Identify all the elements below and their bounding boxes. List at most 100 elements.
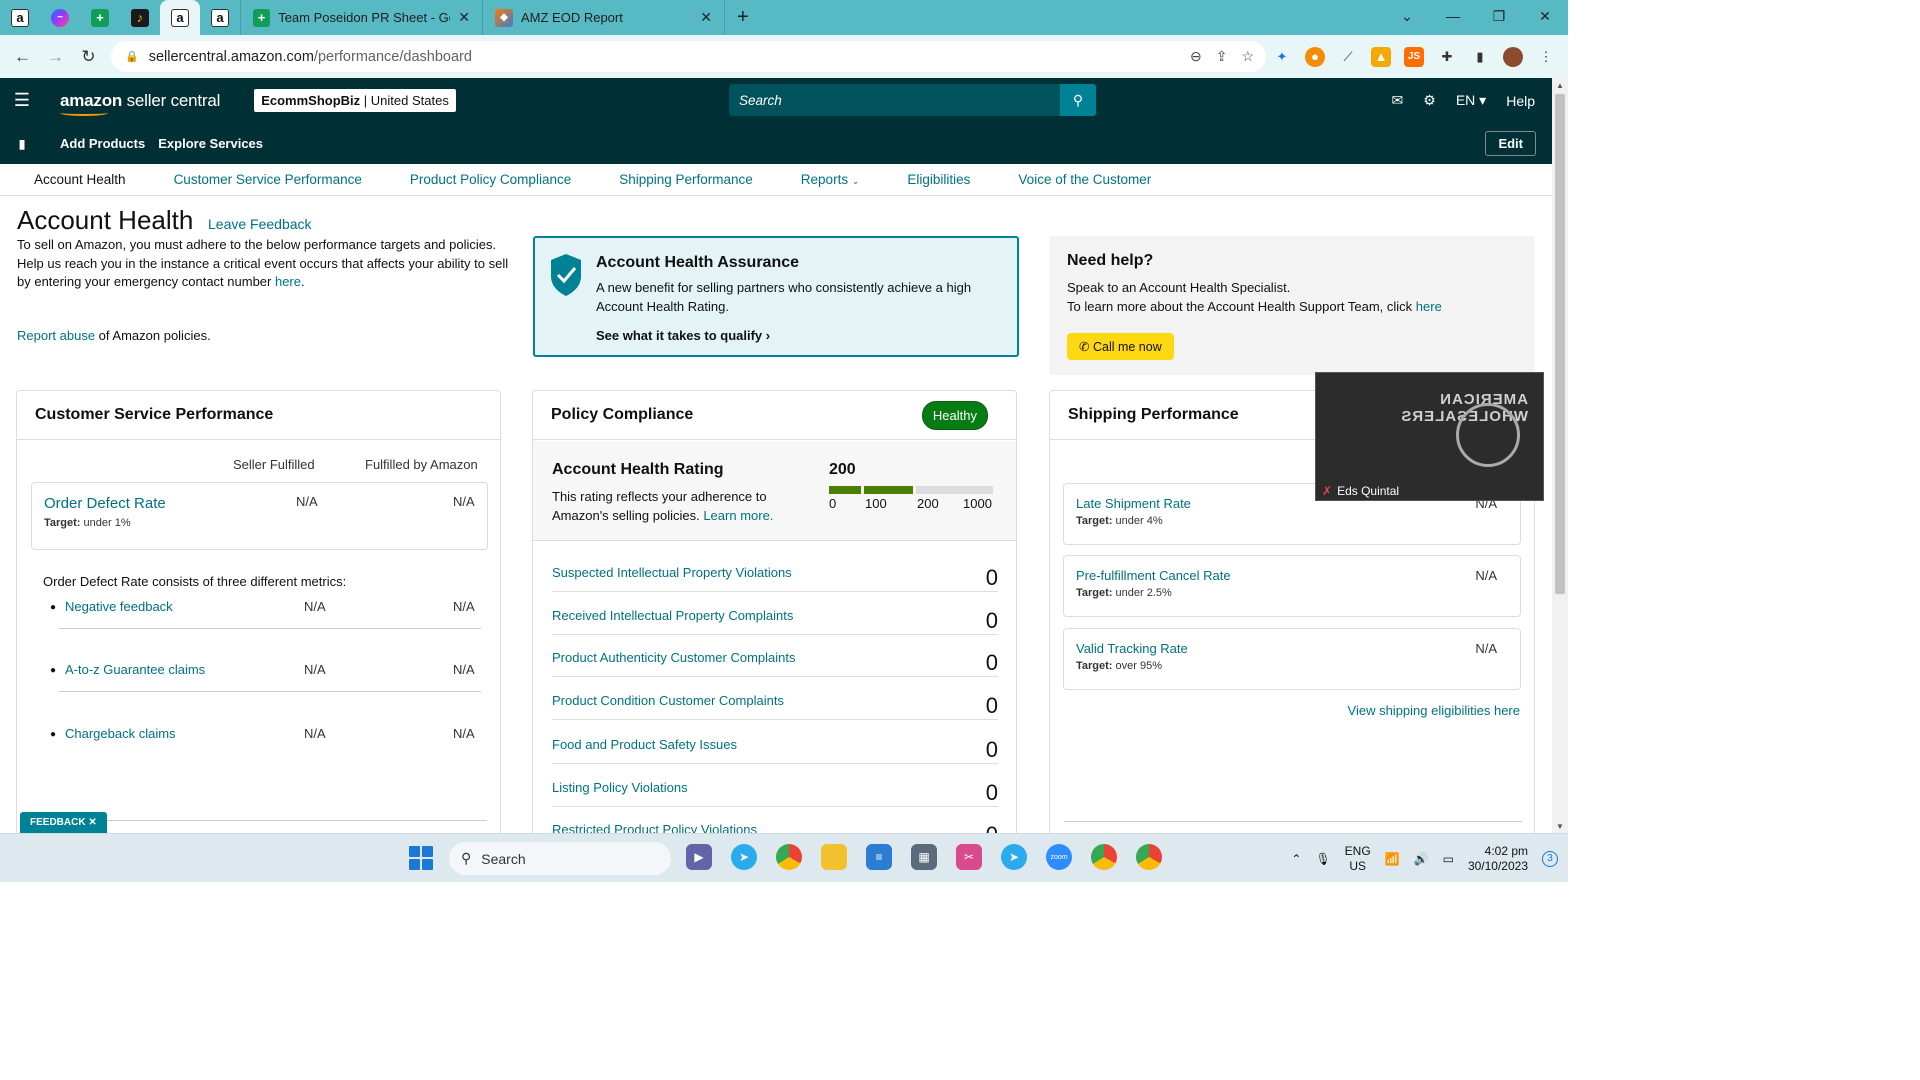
leave-feedback-link[interactable]: Leave Feedback [208, 216, 312, 232]
hamburger-menu-icon[interactable]: ☰ [0, 90, 44, 111]
search-icon[interactable]: ⚲ [1060, 84, 1096, 116]
browser-tab[interactable]: a [0, 0, 40, 35]
close-icon[interactable]: ✕ [88, 817, 96, 828]
notification-count-badge[interactable]: 3 [1542, 850, 1558, 867]
browser-tab[interactable]: + [80, 0, 120, 35]
share-icon[interactable]: ⇪ [1216, 48, 1228, 65]
violation-link[interactable]: Suspected Intellectual Property Violatio… [552, 565, 792, 580]
shipping-eligibilities-link[interactable]: View shipping eligibilities here [1348, 703, 1520, 718]
marketplace-switcher[interactable]: EcommShopBiz | United States [254, 89, 456, 112]
chargeback-claims-link[interactable]: Chargeback claims [65, 726, 176, 741]
reload-icon[interactable]: ↻ [72, 47, 105, 67]
folder-icon[interactable] [821, 844, 847, 870]
microphone-icon[interactable]: 🎙 [1315, 852, 1330, 866]
support-team-link[interactable]: here [1416, 299, 1442, 314]
late-shipment-rate-link[interactable]: Late Shipment Rate [1076, 496, 1191, 511]
tab-customer-service-performance[interactable]: Customer Service Performance [174, 172, 362, 187]
browser-tab[interactable]: ♪ [120, 0, 160, 35]
puzzle-icon[interactable]: ✚ [1437, 47, 1457, 67]
back-icon[interactable]: ← [6, 47, 39, 67]
telegram-icon[interactable]: ➤ [731, 844, 757, 870]
tab-account-health[interactable]: Account Health [34, 172, 126, 187]
zoom-icon[interactable]: ⊖ [1190, 48, 1202, 65]
clock[interactable]: 4:02 pm 30/10/2023 [1468, 844, 1528, 874]
browser-tab[interactable]: ~ [40, 0, 80, 35]
taskbar-search[interactable]: ⚲ Search [449, 842, 671, 875]
avatar[interactable] [1503, 46, 1523, 67]
edit-button[interactable]: Edit [1485, 131, 1536, 156]
zoom-icon[interactable]: zoom [1046, 844, 1072, 870]
help-link[interactable]: Help [1506, 93, 1535, 109]
feedback-tab[interactable]: FEEDBACK ✕ [20, 812, 107, 833]
close-window-icon[interactable]: ✕ [1522, 0, 1568, 32]
close-tab-icon[interactable]: ✕ [700, 9, 712, 26]
mail-icon[interactable]: ✉ [1392, 92, 1404, 109]
browser-tab[interactable]: a [200, 0, 240, 35]
browser-tab-sheet[interactable]: + Team Poseidon PR Sheet - Goog ✕ [240, 0, 482, 35]
battery-icon[interactable]: ▭ [1443, 852, 1454, 866]
chrome-icon[interactable] [1091, 844, 1117, 870]
violation-link[interactable]: Product Authenticity Customer Complaints [552, 650, 796, 665]
restore-icon[interactable]: ❐ [1476, 0, 1522, 32]
windows-start-icon[interactable] [409, 846, 433, 870]
address-bar[interactable]: 🔒 sellercentral.amazon.com/performance/d… [111, 41, 1266, 72]
tab-eligibilities[interactable]: Eligibilities [907, 172, 970, 187]
input-language[interactable]: ENG US [1345, 844, 1371, 874]
tab-shipping-performance[interactable]: Shipping Performance [619, 172, 753, 187]
chrome-icon[interactable] [1136, 844, 1162, 870]
bookmark-star-icon[interactable]: ☆ [1241, 48, 1254, 65]
extension-icon[interactable]: ⟋ [1338, 47, 1358, 67]
report-abuse-link[interactable]: Report abuse [17, 328, 95, 343]
menu-dots-icon[interactable]: ⋮ [1536, 47, 1556, 67]
gear-icon[interactable]: ⚙ [1423, 92, 1436, 109]
negative-feedback-link[interactable]: Negative feedback [65, 599, 173, 614]
violation-link[interactable]: Food and Product Safety Issues [552, 737, 737, 752]
search-input[interactable] [729, 84, 1060, 116]
list-item: ● Negative feedback N/A N/A [43, 599, 481, 661]
a-to-z-claims-link[interactable]: A-to-z Guarantee claims [65, 662, 205, 677]
telegram-icon[interactable]: ➤ [1001, 844, 1027, 870]
js-extension-icon[interactable]: JS [1404, 46, 1424, 67]
minimize-icon[interactable]: — [1430, 0, 1476, 32]
volume-icon[interactable]: 🔊 [1414, 852, 1429, 866]
bookmark-icon[interactable]: ▮ [0, 137, 44, 151]
extension-icon[interactable]: ▲ [1371, 46, 1391, 67]
add-products-link[interactable]: Add Products [60, 136, 145, 151]
call-me-now-button[interactable]: ✆ Call me now [1067, 333, 1174, 360]
learn-more-link[interactable]: Learn more. [703, 508, 773, 523]
wifi-icon[interactable]: 📶 [1385, 852, 1400, 866]
violation-link[interactable]: Received Intellectual Property Complaint… [552, 608, 793, 623]
notepad-icon[interactable]: ≡ [866, 844, 892, 870]
browser-tab-active[interactable]: a [160, 0, 200, 35]
chevron-up-icon[interactable]: ⌃ [1291, 852, 1301, 866]
valid-tracking-rate-link[interactable]: Valid Tracking Rate [1076, 641, 1188, 656]
alt-icon: ♪ [131, 8, 149, 27]
violation-link[interactable]: Product Condition Customer Complaints [552, 693, 784, 708]
side-panel-icon[interactable]: ▮ [1470, 47, 1490, 67]
browser-tab-eod[interactable]: ◆ AMZ EOD Report ✕ [482, 0, 724, 35]
meet-icon[interactable]: ▶ [686, 844, 712, 870]
snipping-tool-icon[interactable]: ✂ [956, 844, 982, 870]
rating-tick: 1000 [963, 496, 992, 511]
tab-search-icon[interactable]: ⌄ [1384, 0, 1430, 32]
tab-reports[interactable]: Reports ⌄ [801, 172, 860, 187]
video-call-overlay[interactable]: AMERICAN WHOLESALERS ✗ Eds Quintal [1315, 372, 1544, 501]
order-defect-rate-link[interactable]: Order Defect Rate [44, 495, 166, 512]
calculator-icon[interactable]: ▦ [911, 844, 937, 870]
tab-voice-of-customer[interactable]: Voice of the Customer [1018, 172, 1151, 187]
close-tab-icon[interactable]: ✕ [458, 9, 470, 26]
emergency-contact-link[interactable]: here [275, 274, 301, 289]
violation-link[interactable]: Listing Policy Violations [552, 780, 688, 795]
cancel-rate-link[interactable]: Pre-fulfillment Cancel Rate [1076, 568, 1231, 583]
explore-services-link[interactable]: Explore Services [158, 136, 263, 151]
language-selector[interactable]: EN ▾ [1456, 92, 1486, 109]
qualify-link[interactable]: See what it takes to qualify › [596, 328, 770, 343]
extension-icon[interactable]: ● [1305, 46, 1325, 67]
new-tab-button[interactable]: + [724, 0, 761, 35]
forward-icon[interactable]: → [39, 47, 72, 67]
chrome-icon[interactable] [776, 844, 802, 870]
extension-icon[interactable]: ✦ [1272, 47, 1292, 67]
page-scrollbar[interactable]: ▲ ▼ [1552, 78, 1568, 833]
tab-product-policy-compliance[interactable]: Product Policy Compliance [410, 172, 571, 187]
seller-central-logo[interactable]: amazon seller central [60, 91, 220, 116]
